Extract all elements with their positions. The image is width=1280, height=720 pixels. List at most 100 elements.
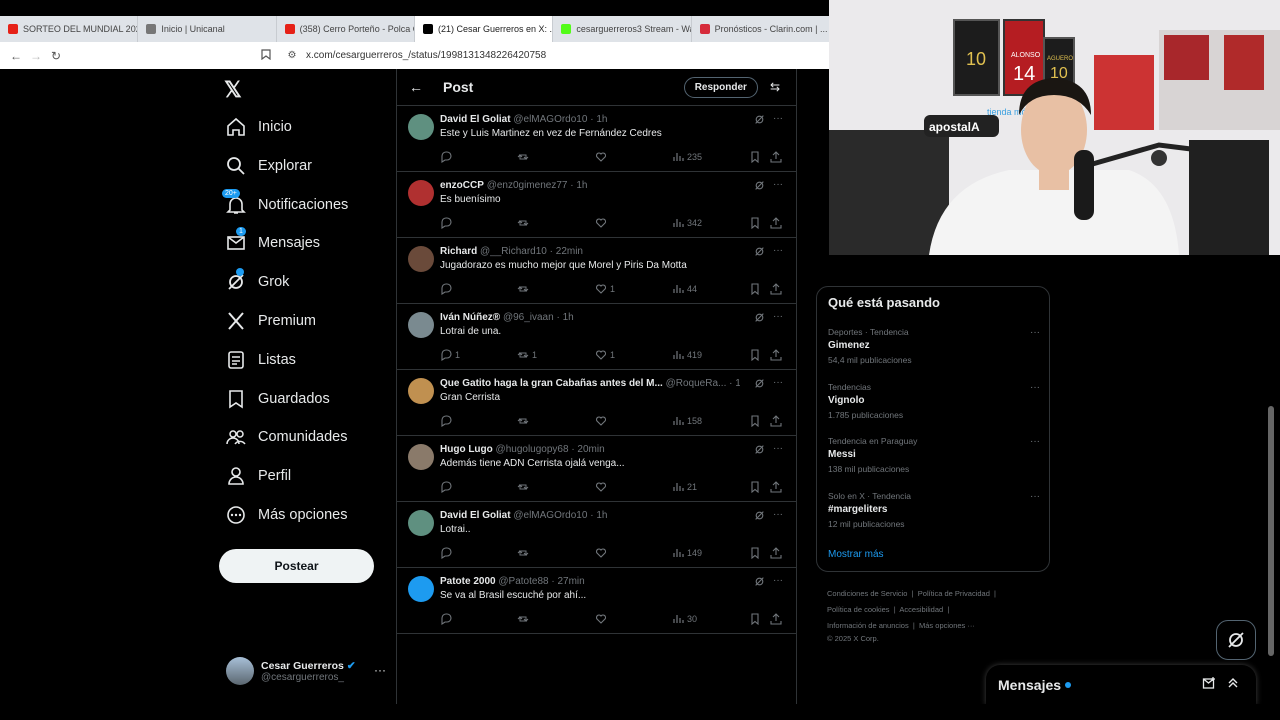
retweet-action[interactable]: [517, 151, 532, 163]
more-options-icon[interactable]: ···: [773, 509, 783, 520]
views-action[interactable]: 149: [672, 547, 702, 559]
footer-link-accessibility[interactable]: Accesibilidad: [899, 605, 943, 614]
more-options-icon[interactable]: ···: [773, 575, 783, 586]
tweet-author-name[interactable]: David El Goliat: [440, 114, 511, 125]
browser-tab[interactable]: cesarguerreros3 Stream - Watc...: [553, 16, 692, 42]
browser-tab[interactable]: SORTEO DEL MUNDIAL 2026 (...: [0, 16, 139, 42]
more-options-icon[interactable]: ···: [773, 377, 783, 388]
back-nav-icon[interactable]: ←: [6, 49, 26, 63]
views-action[interactable]: 235: [672, 151, 702, 163]
views-action[interactable]: 158: [672, 415, 702, 427]
site-info-icon[interactable]: ⚙: [282, 50, 302, 61]
like-action[interactable]: [595, 547, 610, 559]
footer-link-cookies[interactable]: Política de cookies: [827, 605, 890, 614]
back-arrow-icon[interactable]: ←: [409, 79, 429, 95]
views-action[interactable]: 21: [672, 481, 697, 493]
tweet-author-name[interactable]: enzoCCP: [440, 180, 484, 191]
trend-more-icon[interactable]: ···: [1030, 436, 1040, 447]
account-more-icon[interactable]: ···: [374, 663, 386, 677]
reply-tweet[interactable]: Richard @__Richard10 · 22min ··· Jugadoraz…: [397, 238, 796, 304]
browser-tab[interactable]: (358) Cerro Porteño - Polca Oli...: [277, 16, 415, 42]
grok-explain-icon[interactable]: [754, 312, 765, 326]
tweet-author-name[interactable]: Que Gatito haga la gran Cabañas antes de…: [440, 378, 663, 389]
scrollbar[interactable]: [1268, 406, 1274, 656]
trend-more-icon[interactable]: ···: [1030, 327, 1040, 338]
reply-button[interactable]: Responder: [683, 76, 758, 98]
footer-link-privacy[interactable]: Política de Privacidad: [918, 589, 990, 598]
reply-tweet[interactable]: Hugo Lugo @hugolugopy68 · 20min ··· Además…: [397, 436, 796, 502]
grok-explain-icon[interactable]: [754, 180, 765, 194]
bookmark-action[interactable]: [749, 613, 764, 625]
more-options-icon[interactable]: ···: [773, 311, 783, 322]
grok-explain-icon[interactable]: [754, 378, 765, 392]
sidebar-item-m-s-opciones[interactable]: Más opciones: [226, 500, 347, 530]
grok-explain-icon[interactable]: [754, 114, 765, 128]
tweet-author-name[interactable]: Iván Núñez®: [440, 312, 500, 323]
retweet-action[interactable]: [517, 481, 532, 493]
account-switcher[interactable]: Cesar Guerreros ✔ @cesarguerreros_ ···: [226, 655, 396, 687]
footer-link-more[interactable]: Más opciones ···: [919, 621, 975, 630]
like-action[interactable]: [595, 481, 610, 493]
tweet-author-name[interactable]: Richard: [440, 246, 477, 257]
messages-drawer[interactable]: Mensajes: [986, 665, 1256, 705]
url-text[interactable]: x.com/cesarguerreros_/status/19981313482…: [306, 50, 546, 61]
reply-action[interactable]: 1: [440, 349, 460, 361]
reply-tweet[interactable]: Iván Núñez® @96_ivaan · 1h ··· Lotrai de u…: [397, 304, 796, 370]
views-action[interactable]: 342: [672, 217, 702, 229]
avatar[interactable]: [408, 246, 434, 272]
share-action[interactable]: [770, 283, 785, 295]
retweet-action[interactable]: [517, 217, 532, 229]
reply-action[interactable]: [440, 283, 455, 295]
browser-tab[interactable]: Inicio | Unicanal: [138, 16, 277, 42]
share-action[interactable]: [770, 547, 785, 559]
bookmark-action[interactable]: [749, 349, 764, 361]
trend-item[interactable]: Tendencia en Paraguay Messi 138 mil public…: [828, 436, 1040, 481]
bookmark-action[interactable]: [749, 151, 764, 163]
trend-item[interactable]: Deportes · Tendencia Gimenez 54,4 mil publ…: [828, 327, 1040, 372]
x-logo-icon[interactable]: 𝕏: [224, 77, 242, 103]
reply-action[interactable]: [440, 415, 455, 427]
like-action[interactable]: [595, 415, 610, 427]
reply-action[interactable]: [440, 151, 455, 163]
avatar[interactable]: [408, 312, 434, 338]
like-action[interactable]: 1: [595, 283, 615, 295]
like-action[interactable]: 1: [595, 349, 615, 361]
tweet-author-name[interactable]: Patote 2000: [440, 576, 496, 587]
grok-explain-icon[interactable]: [754, 246, 765, 260]
footer-link-ads[interactable]: Información de anuncios: [827, 621, 909, 630]
bookmark-action[interactable]: [749, 547, 764, 559]
share-action[interactable]: [770, 415, 785, 427]
avatar[interactable]: [408, 444, 434, 470]
new-message-icon[interactable]: [1202, 676, 1216, 695]
expand-chevron-icon[interactable]: [1226, 676, 1240, 695]
reply-action[interactable]: [440, 481, 455, 493]
reply-action[interactable]: [440, 217, 455, 229]
browser-tab[interactable]: Pronósticos - Clarin.com | ...: [692, 16, 830, 42]
sidebar-item-comunidades[interactable]: Comunidades: [226, 422, 347, 452]
retweet-action[interactable]: [517, 415, 532, 427]
reply-tweet[interactable]: Que Gatito haga la gran Cabañas antes de…: [397, 370, 796, 436]
sidebar-item-notificaciones[interactable]: 20+ Notificaciones: [222, 188, 348, 220]
tweet-author-name[interactable]: David El Goliat: [440, 510, 511, 521]
like-action[interactable]: [595, 151, 610, 163]
bookmark-page-icon[interactable]: [256, 48, 276, 63]
sidebar-item-perfil[interactable]: Perfil: [226, 461, 291, 491]
more-options-icon[interactable]: ···: [773, 179, 783, 190]
sidebar-item-explorar[interactable]: Explorar: [226, 151, 312, 181]
forward-nav-icon[interactable]: →: [26, 49, 46, 63]
bookmark-action[interactable]: [749, 283, 764, 295]
sidebar-item-listas[interactable]: Listas: [226, 345, 296, 375]
browser-tab[interactable]: (21) Cesar Guerreros en X: ...×: [414, 16, 554, 42]
post-button[interactable]: Postear: [219, 549, 374, 583]
grok-explain-icon[interactable]: [754, 444, 765, 458]
retweet-action[interactable]: [517, 283, 532, 295]
share-action[interactable]: [770, 151, 785, 163]
more-options-icon[interactable]: ···: [773, 443, 783, 454]
like-action[interactable]: [595, 613, 610, 625]
reload-icon[interactable]: ↻: [46, 49, 66, 63]
reply-settings-icon[interactable]: ⇆: [770, 80, 780, 94]
sidebar-item-mensajes[interactable]: 1 Mensajes: [226, 227, 320, 258]
sidebar-item-grok[interactable]: Grok: [226, 267, 289, 297]
trend-more-icon[interactable]: ···: [1030, 491, 1040, 502]
trend-more-icon[interactable]: ···: [1030, 382, 1040, 393]
